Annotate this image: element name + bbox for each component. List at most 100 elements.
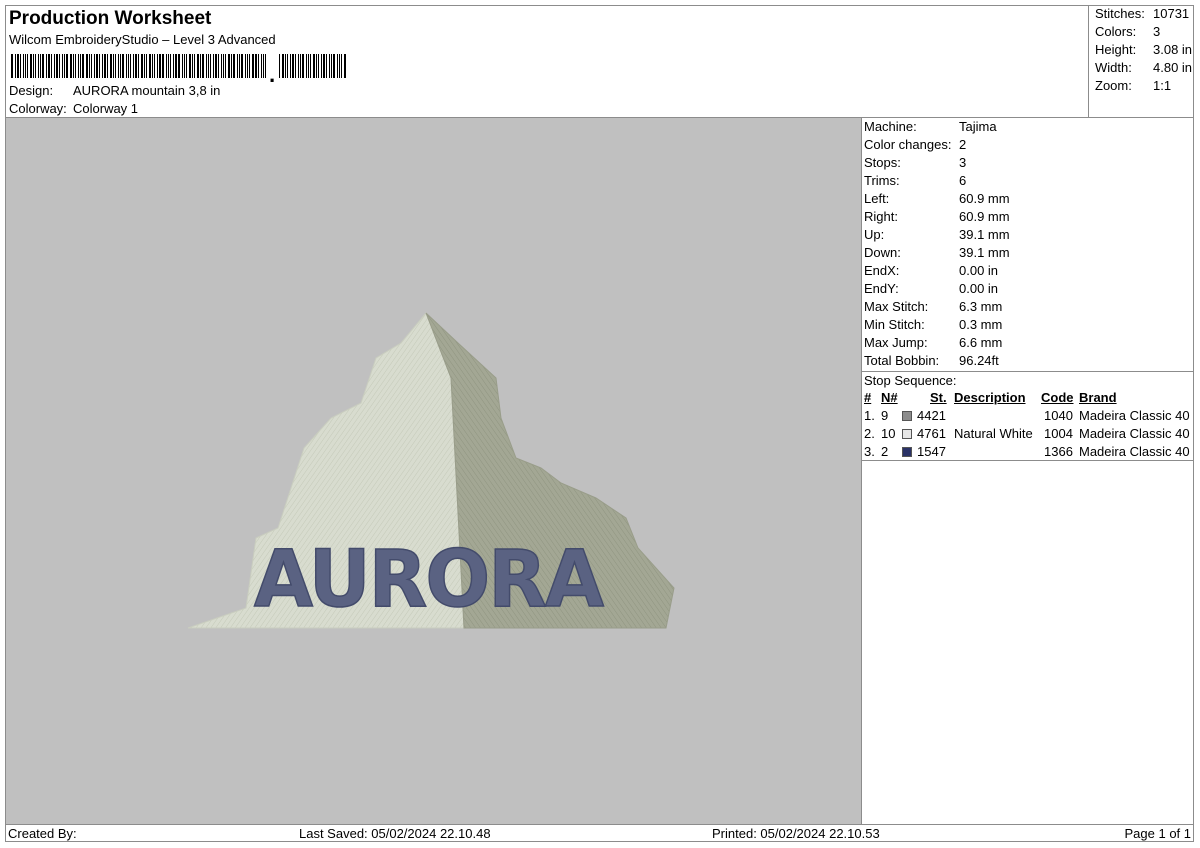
info-row: Up: 39.1 mm — [864, 227, 1010, 242]
design-label: Design: — [9, 83, 54, 98]
colors-row: Colors: 3 — [1095, 24, 1160, 39]
info-row: Max Jump: 6.6 mm — [864, 335, 1002, 350]
info-row: Color changes: 2 — [864, 137, 966, 152]
col-header-brand: Brand — [1079, 390, 1117, 405]
software-name: Wilcom EmbroideryStudio – Level 3 Advanc… — [9, 32, 276, 47]
stop-table-bottom — [862, 460, 1193, 461]
info-row: Down: 39.1 mm — [864, 245, 1010, 260]
stop-brand: Madeira Classic 40 — [1079, 444, 1190, 459]
info-value: 6.6 mm — [959, 335, 1003, 350]
stop-sequence-title: Stop Sequence: — [864, 373, 957, 388]
info-value: 6 — [959, 173, 967, 188]
stop-num: 3. — [864, 444, 875, 459]
info-label: Stops: — [864, 155, 901, 170]
info-row: EndX: 0.00 in — [864, 263, 998, 278]
info-label: Left: — [864, 191, 890, 206]
design-value: AURORA mountain 3,8 in — [73, 83, 221, 98]
info-label: EndY: — [864, 281, 899, 296]
info-row: Right: 60.9 mm — [864, 209, 1010, 224]
stop-num: 2. — [864, 426, 875, 441]
info-label: Right: — [864, 209, 898, 224]
worksheet-footer: Created By: Last Saved: 05/02/2024 22.10… — [6, 824, 1193, 843]
info-label: Max Jump: — [864, 335, 928, 350]
info-row: Left: 60.9 mm — [864, 191, 1010, 206]
aurora-text: AURORA — [254, 535, 604, 625]
info-label: Max Stitch: — [864, 299, 929, 314]
info-row: Trims: 6 — [864, 173, 966, 188]
stop-stitches: 4421 — [917, 408, 946, 423]
created-by: Created By: — [8, 826, 77, 841]
info-label: Min Stitch: — [864, 317, 925, 332]
height-label: Height: — [1095, 42, 1137, 57]
summary-box: Stitches: 10731 Colors: 3 Height: 3.08 in W… — [1088, 6, 1194, 118]
info-value: 6.3 mm — [959, 299, 1003, 314]
stop-code: 1004 — [1044, 426, 1073, 441]
info-value: 96.24ft — [959, 353, 999, 368]
colorway-row: Colorway: Colorway 1 — [9, 101, 138, 116]
info-value: 60.9 mm — [959, 191, 1010, 206]
info-label: Machine: — [864, 119, 917, 134]
thread-color-swatch — [902, 447, 912, 457]
design-row: Design: AURORA mountain 3,8 in — [9, 83, 220, 98]
thread-color-swatch — [902, 429, 912, 439]
info-label: EndX: — [864, 263, 900, 278]
colorway-label: Colorway: — [9, 101, 67, 116]
stop-sequence-divider — [862, 371, 1193, 372]
thread-color-swatch — [902, 411, 912, 421]
info-row: Min Stitch: 0.3 mm — [864, 317, 1002, 332]
width-label: Width: — [1095, 60, 1132, 75]
info-row: EndY: 0.00 in — [864, 281, 998, 296]
info-row: Machine: Tajima — [864, 119, 997, 134]
machine-info-panel: Machine: Tajima Color changes: 2 Stops: 3 Trim… — [862, 118, 1193, 824]
height-row: Height: 3.08 in — [1095, 42, 1192, 57]
stop-stitches: 1547 — [917, 444, 946, 459]
col-header-code: Code — [1041, 390, 1074, 405]
stop-code: 1040 — [1044, 408, 1073, 423]
stitches-label: Stitches: — [1095, 6, 1145, 21]
col-header-num: # — [864, 390, 872, 405]
info-row: Max Stitch: 6.3 mm — [864, 299, 1002, 314]
last-saved: Last Saved: 05/02/2024 22.10.48 — [299, 826, 491, 841]
width-row: Width: 4.80 in — [1095, 60, 1192, 75]
barcode-comma: , — [269, 62, 275, 82]
printed-date: Printed: 05/02/2024 22.10.53 — [712, 826, 880, 841]
info-label: Color changes: — [864, 137, 952, 152]
info-value: 39.1 mm — [959, 227, 1010, 242]
colors-label: Colors: — [1095, 24, 1137, 39]
info-value: 3 — [959, 155, 967, 170]
info-value: 60.9 mm — [959, 209, 1010, 224]
embroidery-design: AURORA — [187, 312, 675, 629]
info-label: Trims: — [864, 173, 900, 188]
zoom-label: Zoom: — [1095, 78, 1132, 93]
info-label: Down: — [864, 245, 901, 260]
info-label: Up: — [864, 227, 885, 242]
info-value: 39.1 mm — [959, 245, 1010, 260]
stop-stitches: 4761 — [917, 426, 946, 441]
info-value: 0.3 mm — [959, 317, 1003, 332]
info-row: Total Bobbin: 96.24ft — [864, 353, 999, 368]
stop-brand: Madeira Classic 40 — [1079, 408, 1190, 423]
stitches-value: 10731 — [1153, 6, 1190, 21]
page-title: Production Worksheet — [9, 8, 212, 29]
stop-needle: 2 — [881, 444, 889, 459]
height-value: 3.08 in — [1153, 42, 1193, 57]
stop-description: Natural White — [954, 426, 1033, 441]
col-header-stitches: St. — [930, 390, 947, 405]
stop-brand: Madeira Classic 40 — [1079, 426, 1190, 441]
stop-needle: 9 — [881, 408, 889, 423]
col-header-description: Description — [954, 390, 1026, 405]
page-number: Page 1 of 1 — [1124, 826, 1192, 841]
info-value: 2 — [959, 137, 967, 152]
col-header-needle: N# — [881, 390, 898, 405]
info-row: Stops: 3 — [864, 155, 966, 170]
barcode-image: , — [11, 54, 346, 82]
stop-num: 1. — [864, 408, 875, 423]
info-label: Total Bobbin: — [864, 353, 940, 368]
worksheet-header: Production Worksheet Wilcom EmbroiderySt… — [6, 6, 1088, 118]
stitches-row: Stitches: 10731 — [1095, 6, 1189, 21]
stop-needle: 10 — [881, 426, 896, 441]
width-value: 4.80 in — [1153, 60, 1193, 75]
colorway-value: Colorway 1 — [73, 101, 139, 116]
design-preview: AURORA — [6, 118, 861, 824]
info-value: 0.00 in — [959, 263, 999, 278]
